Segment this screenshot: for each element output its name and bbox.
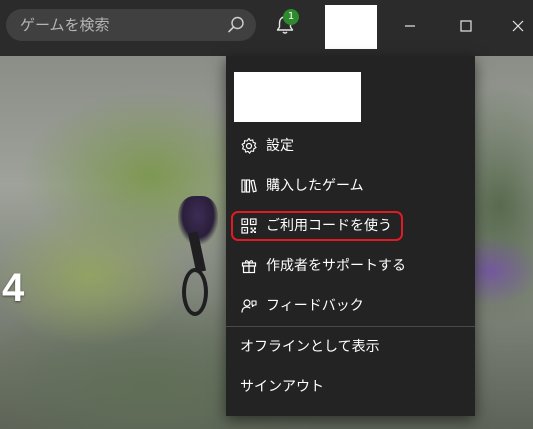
menu-item-label: ご利用コードを使う [266, 218, 392, 234]
title-bar: 1 [0, 0, 533, 56]
menu-item-feedback[interactable]: フィードバック [226, 286, 475, 326]
menu-item-appear-offline[interactable]: オフラインとして表示 [226, 327, 475, 367]
gear-icon [240, 137, 258, 155]
account-menu: 設定 購入したゲーム ご利用コードを使う 作成者をサポートする フィードバック … [226, 56, 475, 416]
search-icon[interactable] [226, 15, 246, 35]
search-box[interactable] [6, 9, 256, 41]
menu-item-redeem-code[interactable]: ご利用コードを使う [226, 206, 475, 246]
library-icon [240, 177, 258, 195]
menu-item-label: 購入したゲーム [266, 178, 364, 194]
hero-bike-wheel [182, 268, 208, 316]
close-button[interactable] [500, 8, 533, 44]
maximize-icon [460, 20, 472, 32]
app-window: 4 1 [0, 0, 533, 429]
menu-item-label: 作成者をサポートする [266, 258, 406, 274]
menu-item-support-creator[interactable]: 作成者をサポートする [226, 246, 475, 286]
menu-item-label: オフラインとして表示 [240, 339, 380, 355]
menu-item-label: 設定 [266, 138, 294, 154]
gift-icon [240, 257, 258, 275]
menu-item-settings[interactable]: 設定 [226, 126, 475, 166]
menu-item-label: フィードバック [266, 298, 364, 314]
menu-item-label: サインアウト [240, 379, 324, 395]
account-name-redacted [234, 72, 361, 122]
minimize-button[interactable] [392, 8, 428, 44]
maximize-button[interactable] [448, 8, 484, 44]
feedback-icon [240, 297, 258, 315]
close-icon [512, 20, 524, 32]
search-input[interactable] [20, 9, 220, 41]
hero-title-number: 4 [2, 266, 25, 310]
menu-item-sign-out[interactable]: サインアウト [226, 367, 475, 407]
avatar[interactable] [325, 5, 377, 49]
menu-item-purchased-games[interactable]: 購入したゲーム [226, 166, 475, 206]
minimize-icon [405, 25, 415, 27]
notification-badge: 1 [283, 9, 299, 25]
qr-code-icon [240, 217, 258, 235]
